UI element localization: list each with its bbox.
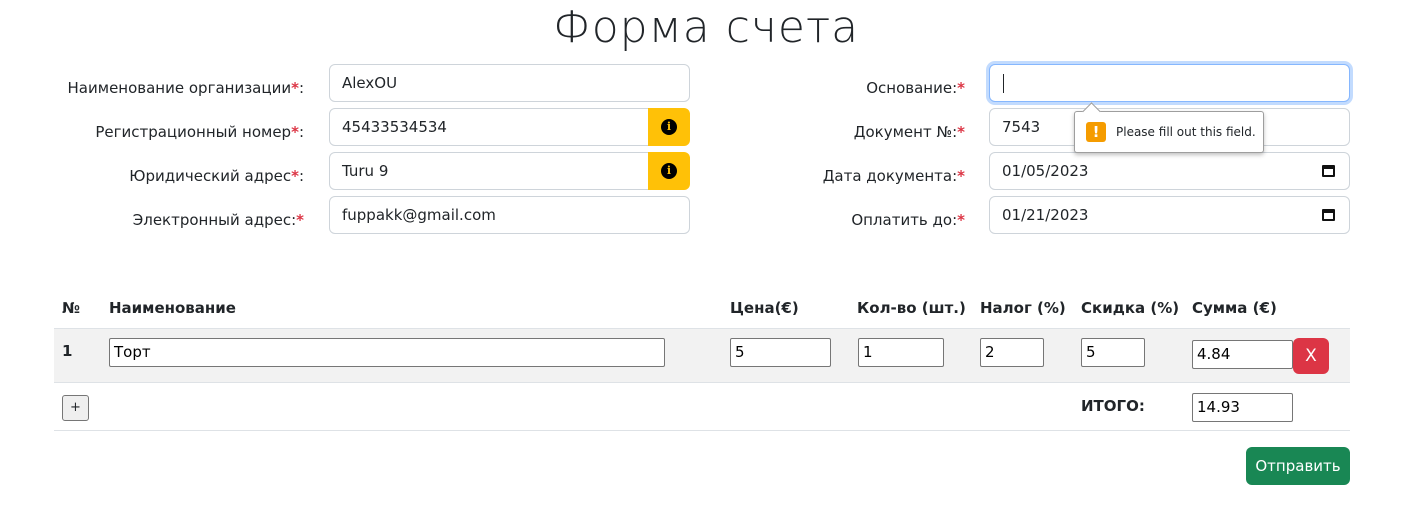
col-header-discount: Скидка (%) bbox=[1081, 299, 1180, 317]
basis-label: Основание:* bbox=[866, 79, 965, 97]
doc-number-label: Документ №:* bbox=[853, 123, 965, 141]
col-header-sum: Сумма (€) bbox=[1192, 299, 1277, 317]
tooltip-arrow bbox=[1082, 102, 1101, 121]
pay-until-input[interactable]: 01/21/2023 bbox=[989, 196, 1350, 234]
add-row-button[interactable]: + bbox=[62, 395, 89, 421]
sum-input[interactable]: 4.84 bbox=[1192, 340, 1293, 369]
price-input[interactable]: 5 bbox=[730, 338, 831, 367]
legal-address-label: Юридический адрес*: bbox=[129, 167, 304, 185]
total-input[interactable]: 14.93 bbox=[1192, 393, 1293, 422]
warning-icon: ! bbox=[1086, 122, 1106, 142]
legal-address-input[interactable]: Turu 9 bbox=[329, 152, 649, 190]
item-name-input[interactable]: Торт bbox=[109, 338, 665, 367]
qty-input[interactable]: 1 bbox=[858, 338, 944, 367]
page-title: Форма счета bbox=[552, 2, 860, 53]
total-label: ИТОГО: bbox=[1081, 397, 1145, 415]
delete-row-button[interactable]: X bbox=[1293, 338, 1329, 374]
validation-message: Please fill out this field. bbox=[1116, 125, 1256, 139]
reg-number-input[interactable]: 45433534534 bbox=[329, 108, 649, 146]
col-header-name: Наименование bbox=[109, 299, 236, 317]
text-caret bbox=[1003, 74, 1004, 93]
email-label: Электронный адрес:* bbox=[132, 211, 304, 229]
tax-input[interactable]: 2 bbox=[980, 338, 1044, 367]
doc-date-label: Дата документа:* bbox=[822, 167, 965, 185]
row-number: 1 bbox=[62, 342, 73, 360]
col-header-price: Цена(€) bbox=[730, 299, 799, 317]
info-icon: i bbox=[661, 163, 677, 179]
col-header-number: № bbox=[62, 299, 81, 317]
validation-tooltip: ! Please fill out this field. bbox=[1074, 102, 1264, 153]
reg-number-label: Регистрационный номер*: bbox=[95, 123, 304, 141]
info-icon: i bbox=[661, 119, 677, 135]
table-divider bbox=[54, 430, 1350, 431]
org-name-label: Наименование организации*: bbox=[67, 79, 304, 97]
col-header-tax: Налог (%) bbox=[980, 299, 1066, 317]
submit-button[interactable]: Отправить bbox=[1246, 447, 1350, 485]
org-name-input[interactable]: AlexOU bbox=[329, 64, 690, 102]
calendar-icon[interactable] bbox=[1322, 165, 1335, 177]
email-input[interactable]: fuppakk@gmail.com bbox=[329, 196, 690, 234]
doc-date-input[interactable]: 01/05/2023 bbox=[989, 152, 1350, 190]
reg-number-info-button[interactable]: i bbox=[648, 108, 690, 146]
legal-address-info-button[interactable]: i bbox=[648, 152, 690, 190]
pay-until-label: Оплатить до:* bbox=[851, 211, 965, 229]
basis-input[interactable] bbox=[989, 64, 1350, 102]
col-header-qty: Кол-во (шт.) bbox=[857, 299, 966, 317]
calendar-icon[interactable] bbox=[1322, 209, 1335, 221]
discount-input[interactable]: 5 bbox=[1081, 338, 1145, 367]
